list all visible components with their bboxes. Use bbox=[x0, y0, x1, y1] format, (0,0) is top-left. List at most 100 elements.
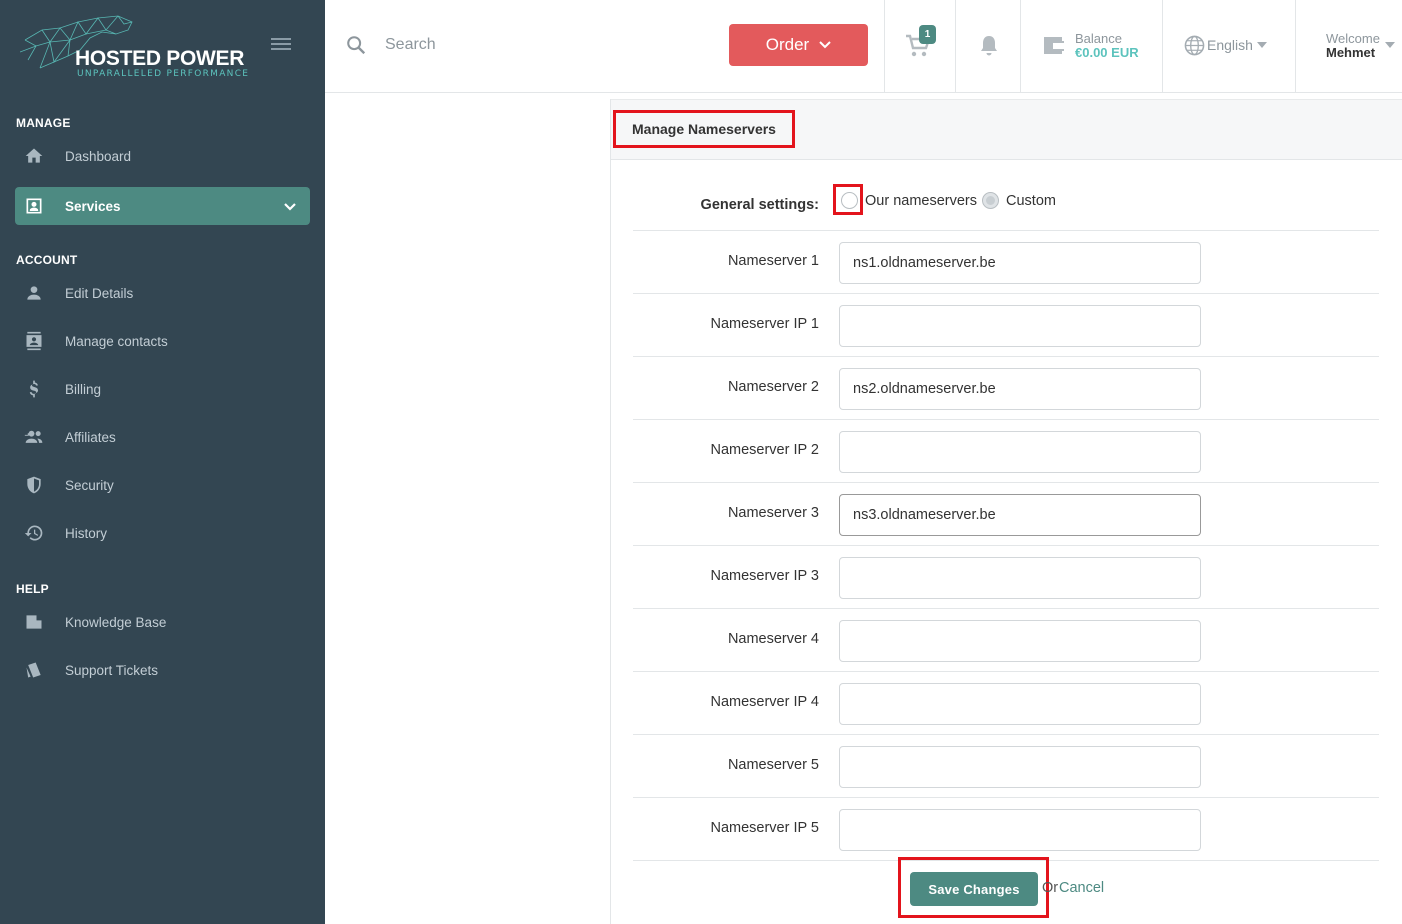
menu-toggle-icon[interactable] bbox=[271, 38, 291, 54]
chevron-down-icon bbox=[819, 41, 831, 49]
nameserver-1-input[interactable] bbox=[839, 242, 1201, 284]
logo-tagline: UNPARALLELED PERFORMANCE bbox=[77, 69, 250, 79]
form-row: Nameserver IP 5 bbox=[633, 798, 1379, 861]
caret-down-icon bbox=[1385, 42, 1395, 48]
sidebar-item-security[interactable]: Security bbox=[15, 466, 310, 504]
sidebar-item-support-tickets[interactable]: Support Tickets bbox=[15, 651, 310, 689]
field-label: Nameserver 2 bbox=[727, 379, 819, 395]
nameserver-3-input[interactable] bbox=[839, 494, 1201, 536]
dollar-icon bbox=[15, 370, 53, 408]
divider bbox=[1020, 0, 1021, 92]
sidebar-item-affiliates[interactable]: Affiliates bbox=[15, 418, 310, 456]
sidebar-item-label: History bbox=[65, 525, 108, 541]
sidebar-item-label: Edit Details bbox=[65, 285, 134, 301]
form-row: Nameserver IP 2 bbox=[633, 420, 1379, 483]
sidebar-item-manage-contacts[interactable]: Manage contacts bbox=[15, 322, 310, 360]
history-icon bbox=[15, 514, 53, 552]
sidebar-item-label: Knowledge Base bbox=[65, 614, 167, 630]
panel-header: Manage Nameservers bbox=[611, 99, 1402, 160]
nameserver-5-input[interactable] bbox=[839, 746, 1201, 788]
folder-icon bbox=[15, 603, 53, 641]
field-label: Nameserver 4 bbox=[727, 631, 819, 647]
sidebar-item-services[interactable]: Services bbox=[15, 187, 310, 225]
user-icon bbox=[15, 274, 53, 312]
field-label: Nameserver IP 4 bbox=[710, 694, 819, 710]
nameserver-2-input[interactable] bbox=[839, 368, 1201, 410]
sidebar-item-label: Dashboard bbox=[65, 148, 132, 164]
nameserver-4-input[interactable] bbox=[839, 620, 1201, 662]
nameserver-ip-5-input[interactable] bbox=[839, 809, 1201, 851]
form-row: Nameserver 3 bbox=[633, 483, 1379, 546]
divider bbox=[955, 0, 956, 92]
cancel-link[interactable]: Cancel bbox=[1059, 880, 1104, 896]
caret-down-icon bbox=[1257, 42, 1267, 48]
divider bbox=[1295, 0, 1296, 92]
balance-label: Balance bbox=[1075, 31, 1122, 46]
field-label: Nameserver IP 3 bbox=[710, 568, 819, 584]
divider bbox=[1162, 0, 1163, 92]
section-title-manage: MANAGE bbox=[16, 116, 71, 130]
form-row: Nameserver IP 1 bbox=[633, 294, 1379, 357]
home-icon bbox=[15, 137, 53, 175]
panel-title: Manage Nameservers bbox=[613, 110, 795, 148]
sidebar: HOSTED POWER UNPARALLELED PERFORMANCE MA… bbox=[0, 0, 325, 924]
radio-custom-label[interactable]: Custom bbox=[1006, 193, 1056, 209]
sidebar-item-edit-details[interactable]: Edit Details bbox=[15, 274, 310, 312]
section-title-help: HELP bbox=[16, 582, 49, 596]
general-settings-label: General settings: bbox=[700, 197, 819, 213]
wallet-icon bbox=[1044, 37, 1064, 54]
chevron-down-icon bbox=[284, 203, 296, 211]
form-row: Nameserver 5 bbox=[633, 735, 1379, 798]
language-selector[interactable]: English bbox=[1207, 37, 1253, 53]
or-text: Or bbox=[1042, 880, 1059, 896]
sidebar-item-label: Billing bbox=[65, 381, 102, 397]
nameserver-ip-3-input[interactable] bbox=[839, 557, 1201, 599]
hosted-power-logo[interactable]: HOSTED POWER UNPARALLELED PERFORMANCE bbox=[20, 12, 248, 82]
manage-nameservers-panel: Manage Nameservers General settings: Our… bbox=[610, 99, 1402, 924]
sidebar-item-knowledge-base[interactable]: Knowledge Base bbox=[15, 603, 310, 641]
order-button-label: Order bbox=[765, 35, 810, 54]
nameserver-ip-1-input[interactable] bbox=[839, 305, 1201, 347]
nameserver-ip-4-input[interactable] bbox=[839, 683, 1201, 725]
section-title-account: ACCOUNT bbox=[16, 253, 78, 267]
affiliates-icon bbox=[15, 418, 53, 456]
cart-count-badge: 1 bbox=[919, 25, 936, 44]
bell-icon[interactable] bbox=[978, 34, 1000, 58]
order-button[interactable]: Order bbox=[729, 24, 868, 66]
radio-our-nameservers[interactable] bbox=[841, 192, 858, 209]
search-input[interactable] bbox=[385, 30, 685, 60]
form-row: Nameserver 2 bbox=[633, 357, 1379, 420]
divider bbox=[884, 0, 885, 92]
form-row: Nameserver IP 4 bbox=[633, 672, 1379, 735]
sidebar-item-label: Support Tickets bbox=[65, 662, 159, 678]
sidebar-item-history[interactable]: History bbox=[15, 514, 310, 552]
sidebar-item-dashboard[interactable]: Dashboard bbox=[15, 137, 310, 175]
sidebar-item-billing[interactable]: Billing bbox=[15, 370, 310, 408]
sidebar-item-label: Security bbox=[65, 477, 114, 493]
radio-custom[interactable] bbox=[982, 192, 999, 209]
services-icon bbox=[15, 187, 53, 225]
field-label: Nameserver IP 5 bbox=[710, 820, 819, 836]
field-label: Nameserver IP 1 bbox=[710, 316, 819, 332]
sidebar-item-label: Services bbox=[65, 198, 121, 214]
field-label: Nameserver 3 bbox=[727, 505, 819, 521]
form-row: Nameserver IP 3 bbox=[633, 546, 1379, 609]
field-label: Nameserver IP 2 bbox=[710, 442, 819, 458]
sidebar-item-label: Affiliates bbox=[65, 429, 116, 445]
nameserver-ip-2-input[interactable] bbox=[839, 431, 1201, 473]
search-icon[interactable] bbox=[345, 34, 367, 56]
user-menu[interactable]: Mehmet bbox=[1326, 45, 1375, 60]
field-label: Nameserver 1 bbox=[727, 253, 819, 269]
welcome-label: Welcome bbox=[1326, 31, 1380, 46]
save-changes-button[interactable]: Save Changes bbox=[910, 872, 1038, 906]
form-row: Nameserver 1 bbox=[633, 231, 1379, 294]
logo-title: HOSTED POWER bbox=[75, 47, 245, 70]
general-settings-row: General settings: Our nameservers Custom bbox=[633, 160, 1379, 231]
field-label: Nameserver 5 bbox=[727, 757, 819, 773]
shield-icon bbox=[15, 466, 53, 504]
radio-our-nameservers-label[interactable]: Our nameservers bbox=[865, 193, 977, 209]
globe-icon[interactable] bbox=[1184, 35, 1205, 56]
contacts-icon bbox=[15, 322, 53, 360]
top-bar: Order 1 Balance €0.00 EUR English Welcom… bbox=[325, 0, 1402, 93]
sidebar-item-label: Manage contacts bbox=[65, 333, 168, 349]
